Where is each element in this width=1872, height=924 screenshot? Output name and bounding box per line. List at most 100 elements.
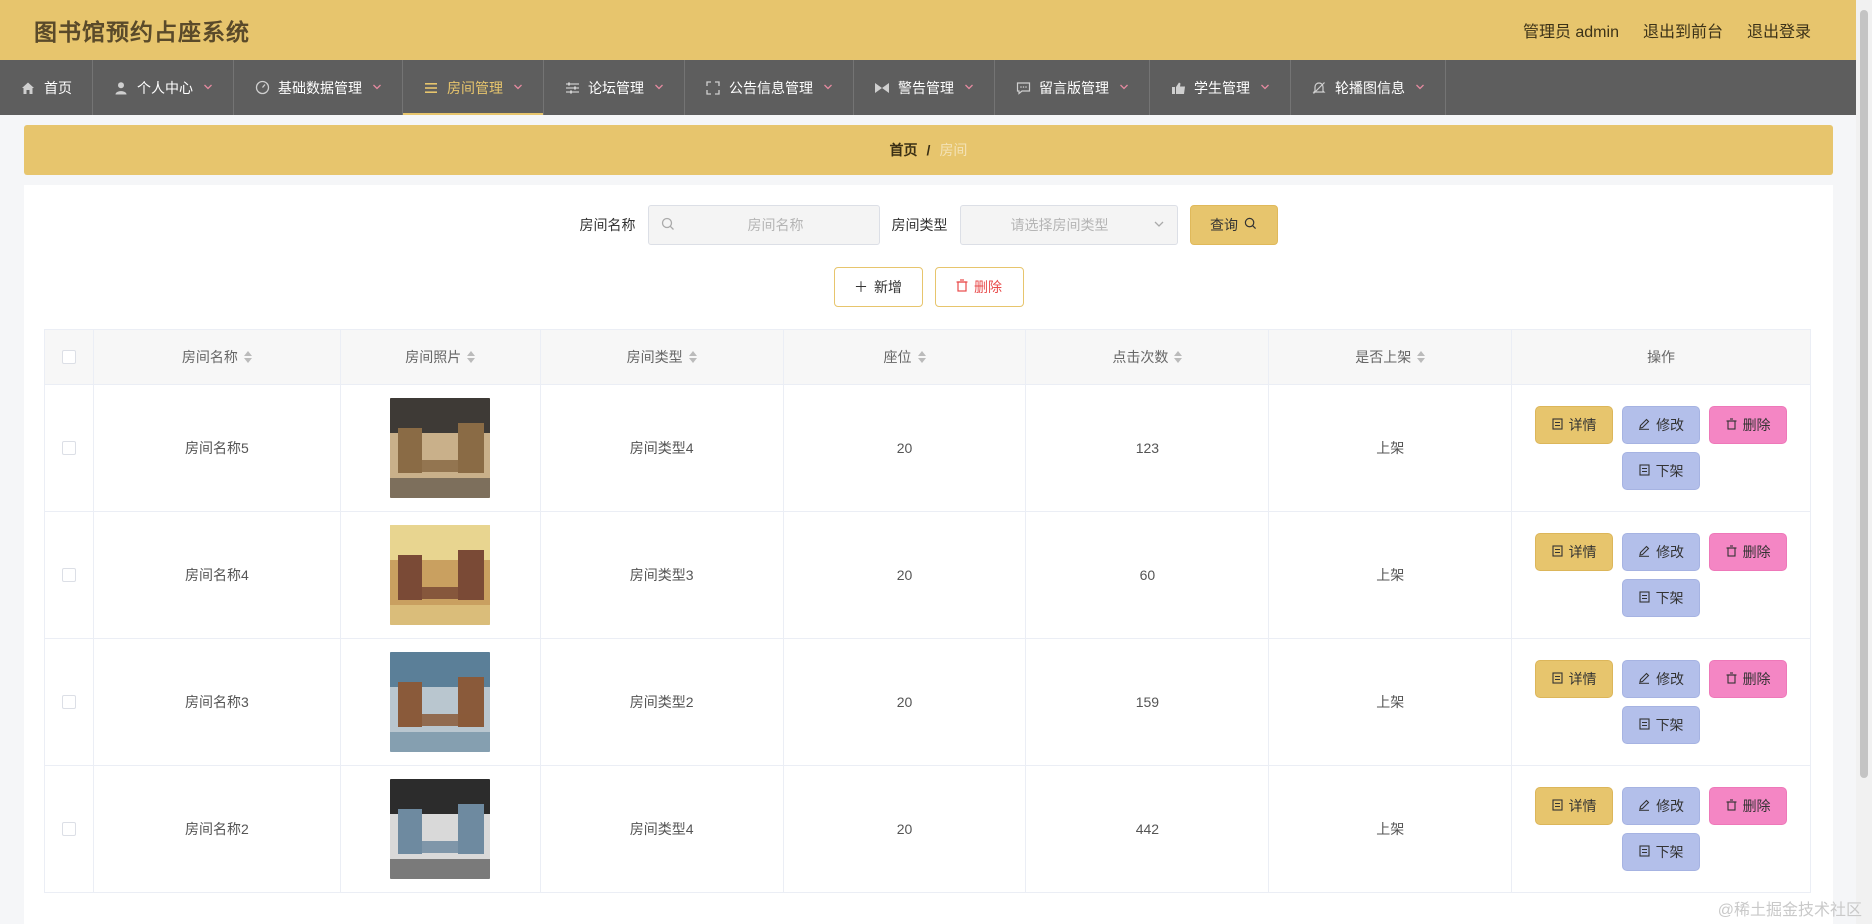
column-header[interactable]: 房间照片 bbox=[340, 330, 541, 385]
dashboard-icon bbox=[254, 80, 270, 96]
row-checkbox[interactable] bbox=[61, 441, 76, 455]
delete-button[interactable]: 删除 bbox=[1709, 533, 1788, 571]
room-name-input[interactable] bbox=[684, 217, 867, 233]
nav-item-4[interactable]: 论坛管理 bbox=[544, 60, 685, 115]
document-icon bbox=[1639, 717, 1650, 733]
column-header[interactable]: 房间名称 bbox=[93, 330, 341, 385]
pencil-icon bbox=[1638, 544, 1650, 560]
user-icon bbox=[113, 80, 129, 96]
nav-item-1[interactable]: 个人中心 bbox=[93, 60, 234, 115]
top-header: 图书馆预约占座系统 管理员 admin 退出到前台 退出登录 bbox=[0, 0, 1856, 60]
operations-cell: 详情 修改 删除 下架 bbox=[1512, 766, 1811, 893]
sort-icon[interactable] bbox=[467, 351, 476, 363]
nav-item-2[interactable]: 基础数据管理 bbox=[234, 60, 403, 115]
bulk-delete-button[interactable]: 删除 bbox=[934, 267, 1024, 307]
room-name: 房间名称2 bbox=[185, 821, 249, 837]
sort-icon[interactable] bbox=[1174, 351, 1183, 363]
table-row: 房间名称4 房间类型3 20 60 上架 详情 修改 删除 下架 bbox=[45, 512, 1811, 639]
trash-icon bbox=[1726, 798, 1737, 814]
room-name-field[interactable] bbox=[647, 205, 880, 245]
column-header[interactable]: 点击次数 bbox=[1026, 330, 1270, 385]
room-name-cell: 房间名称5 bbox=[93, 385, 341, 512]
offshelf-button[interactable]: 下架 bbox=[1622, 833, 1701, 871]
nav-item-3[interactable]: 房间管理 bbox=[403, 60, 544, 115]
nav-item-label: 轮播图信息 bbox=[1335, 79, 1405, 96]
main-nav: 首页 个人中心 基础数据管理 房间管理 论坛管理 公告信息管理 警告管理 留言版管理 学生管理 轮… bbox=[0, 60, 1856, 115]
logout-link[interactable]: 退出登录 bbox=[1747, 18, 1811, 42]
seats: 20 bbox=[896, 440, 913, 456]
row-checkbox[interactable] bbox=[61, 822, 76, 836]
chevron-down-icon bbox=[1415, 82, 1425, 94]
document-icon bbox=[1552, 671, 1563, 687]
nav-item-8[interactable]: 学生管理 bbox=[1150, 60, 1291, 115]
document-icon bbox=[1552, 544, 1563, 560]
edit-button[interactable]: 修改 bbox=[1622, 787, 1701, 825]
admin-label[interactable]: 管理员 admin bbox=[1523, 18, 1619, 42]
room-type-cell: 房间类型3 bbox=[540, 512, 784, 639]
room-type-select[interactable]: 请选择房间类型 bbox=[959, 205, 1178, 245]
sort-icon[interactable] bbox=[243, 351, 252, 363]
detail-button[interactable]: 详情 bbox=[1535, 406, 1614, 444]
ops-line-bottom: 下架 bbox=[1622, 706, 1701, 744]
delete-button-label: 删除 bbox=[1742, 671, 1771, 687]
clicks-cell: 159 bbox=[1026, 639, 1270, 766]
detail-button[interactable]: 详情 bbox=[1535, 660, 1614, 698]
delete-button[interactable]: 删除 bbox=[1709, 406, 1788, 444]
content-panel: 房间名称 房间类型 请选择房间类型 查询 ＋ 新增 bbox=[24, 185, 1833, 924]
column-header[interactable]: 是否上架 bbox=[1269, 330, 1513, 385]
sort-icon[interactable] bbox=[688, 351, 697, 363]
offshelf-button[interactable]: 下架 bbox=[1622, 579, 1701, 617]
row-checkbox[interactable] bbox=[61, 568, 76, 582]
room-name-cell: 房间名称3 bbox=[93, 639, 341, 766]
scrollbar-thumb[interactable] bbox=[1860, 10, 1868, 778]
nav-item-6[interactable]: 警告管理 bbox=[854, 60, 995, 115]
page-scrollbar[interactable] bbox=[1856, 0, 1872, 924]
column-header[interactable]: 房间类型 bbox=[540, 330, 784, 385]
seats-cell: 20 bbox=[783, 766, 1027, 893]
chevron-down-icon bbox=[1153, 217, 1165, 233]
edit-button[interactable]: 修改 bbox=[1622, 406, 1701, 444]
back-to-front-link[interactable]: 退出到前台 bbox=[1643, 18, 1723, 42]
nav-item-5[interactable]: 公告信息管理 bbox=[685, 60, 854, 115]
room-type-label: 房间类型 bbox=[891, 217, 948, 233]
delete-button[interactable]: 删除 bbox=[1709, 660, 1788, 698]
shelf-status: 上架 bbox=[1376, 567, 1405, 583]
offshelf-button[interactable]: 下架 bbox=[1622, 706, 1701, 744]
room-name-label: 房间名称 bbox=[579, 217, 636, 233]
column-header[interactable]: 座位 bbox=[783, 330, 1027, 385]
offshelf-button[interactable]: 下架 bbox=[1622, 452, 1701, 490]
chevron-down-icon bbox=[823, 82, 833, 94]
row-checkbox[interactable] bbox=[61, 695, 76, 709]
clicks-cell: 442 bbox=[1026, 766, 1270, 893]
room-photo bbox=[390, 525, 491, 625]
table-header-row: 房间名称 房间照片 房间类型 座位 点击次数 是否上架 操作 bbox=[45, 330, 1811, 385]
offshelf-button-label: 下架 bbox=[1655, 463, 1684, 479]
chevron-down-icon bbox=[203, 82, 213, 94]
query-button[interactable]: 查询 bbox=[1189, 205, 1278, 245]
edit-button[interactable]: 修改 bbox=[1622, 660, 1701, 698]
detail-button[interactable]: 详情 bbox=[1535, 787, 1614, 825]
nav-item-9[interactable]: 轮播图信息 bbox=[1291, 60, 1446, 115]
edit-button-label: 修改 bbox=[1656, 671, 1685, 687]
nav-item-label: 留言版管理 bbox=[1039, 79, 1109, 96]
sort-icon[interactable] bbox=[917, 351, 926, 363]
nav-item-label: 基础数据管理 bbox=[278, 79, 362, 96]
column-header-label: 座位 bbox=[883, 349, 912, 365]
delete-button[interactable]: 删除 bbox=[1709, 787, 1788, 825]
menu-icon bbox=[423, 80, 439, 96]
ops-line-top: 详情 修改 删除 bbox=[1535, 533, 1788, 571]
sort-icon[interactable] bbox=[1417, 351, 1426, 363]
nav-item-0[interactable]: 首页 bbox=[0, 60, 93, 115]
breadcrumb-separator: / bbox=[926, 142, 931, 158]
app-title: 图书馆预约占座系统 bbox=[34, 19, 250, 45]
room-type: 房间类型4 bbox=[629, 440, 694, 456]
edit-button[interactable]: 修改 bbox=[1622, 533, 1701, 571]
ops-line-bottom: 下架 bbox=[1622, 833, 1701, 871]
header-actions: 管理员 admin 退出到前台 退出登录 bbox=[1523, 18, 1811, 42]
breadcrumb-home[interactable]: 首页 bbox=[890, 140, 918, 160]
document-icon bbox=[1639, 463, 1650, 479]
add-button[interactable]: ＋ 新增 bbox=[833, 267, 923, 307]
select-all-checkbox[interactable] bbox=[61, 350, 76, 364]
detail-button[interactable]: 详情 bbox=[1535, 533, 1614, 571]
nav-item-7[interactable]: 留言版管理 bbox=[995, 60, 1150, 115]
